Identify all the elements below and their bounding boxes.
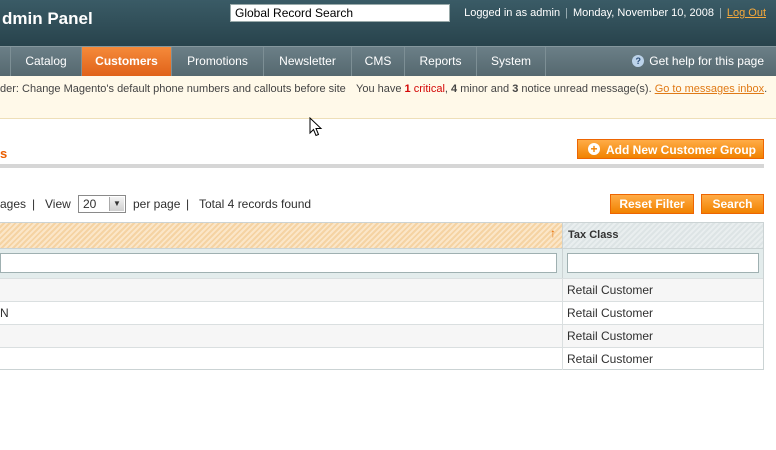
pager-sep-1: | [32, 197, 36, 211]
column-header-group[interactable]: ↑ [0, 223, 563, 248]
grid-header: ↑ Tax Class [0, 223, 763, 248]
nav-item-cms[interactable]: CMS [352, 47, 405, 76]
notice-message: der: Change Magento's default phone numb… [0, 83, 346, 95]
search-button[interactable]: Search [701, 194, 764, 214]
minor-word: minor and [460, 83, 510, 95]
nav-item-promotions[interactable]: Promotions [172, 47, 264, 76]
add-button-label: Add New Customer Group [606, 143, 757, 157]
nav-item-system[interactable]: System [477, 47, 546, 76]
main-nav: Catalog Customers Promotions Newsletter … [0, 46, 776, 77]
pager-pages-text: ages [0, 197, 27, 211]
tax-class-cell: Retail Customer [567, 306, 654, 320]
date-text: Monday, November 10, 2008 [572, 7, 714, 19]
group-cell [0, 348, 563, 370]
group-filter-input[interactable] [0, 253, 557, 273]
table-row[interactable]: Retail Customer [0, 347, 763, 370]
sort-arrow-icon[interactable]: ↑ [550, 226, 556, 240]
tax-class-cell: Retail Customer [567, 329, 654, 343]
table-row[interactable]: Retail Customer [0, 324, 763, 347]
pager-view-label: View [45, 197, 71, 211]
notice-count: 3 [512, 83, 519, 95]
chevron-down-icon[interactable]: ▼ [109, 197, 124, 211]
reset-filter-button[interactable]: Reset Filter [610, 194, 694, 214]
tax-class-filter-input[interactable] [567, 253, 759, 273]
nav-item-customers[interactable]: Customers [82, 47, 172, 76]
help-icon: ? [632, 55, 645, 67]
group-cell [0, 279, 563, 301]
nav-item-reports[interactable]: Reports [405, 47, 477, 76]
table-row[interactable]: Retail Customer [0, 278, 763, 301]
help-link[interactable]: ? Get help for this page [632, 47, 764, 76]
mouse-pointer-icon [309, 117, 323, 137]
notification-bar: der: Change Magento's default phone numb… [0, 76, 776, 119]
minor-count: 4 [451, 83, 458, 95]
filter-separator [562, 249, 563, 279]
group-cell: N [0, 302, 563, 324]
header: dmin Panel Global Record Search Logged i… [0, 0, 776, 46]
logged-in-text: Logged in as admin [464, 7, 561, 19]
add-new-customer-group-button[interactable]: + Add New Customer Group [577, 139, 764, 159]
messages-inbox-link[interactable]: Go to messages inbox [655, 83, 764, 95]
pager-sep-2: | [186, 197, 190, 211]
per-page-select[interactable]: 20 ▼ [78, 195, 126, 213]
column-header-tax-class[interactable]: Tax Class [563, 223, 763, 248]
tax-class-cell: Retail Customer [567, 352, 654, 366]
table-row[interactable]: N Retail Customer [0, 301, 763, 324]
global-search-input[interactable]: Global Record Search [230, 4, 450, 22]
logo: dmin Panel [2, 9, 93, 28]
per-page-value: 20 [83, 197, 97, 211]
records-found-text: Total 4 records found [199, 197, 312, 211]
group-cell [0, 325, 563, 347]
critical-word: critical [413, 83, 445, 95]
help-label: Get help for this page [649, 54, 764, 68]
nav-item-catalog[interactable]: Catalog [11, 47, 82, 76]
notice-period: . [764, 83, 768, 95]
plus-circle-icon: + [588, 143, 600, 155]
tax-class-cell: Retail Customer [567, 283, 654, 297]
notice-tail: notice unread message(s). [521, 83, 652, 95]
critical-count: 1 [404, 83, 411, 95]
header-user-info: Logged in as admin | Monday, November 10, … [464, 7, 766, 19]
customer-groups-grid: ↑ Tax Class Retail Customer N Retail Cus… [0, 222, 764, 370]
nav-item-newsletter[interactable]: Newsletter [264, 47, 352, 76]
nav-item-hidden[interactable] [0, 47, 11, 76]
per-page-label: per page [133, 197, 181, 211]
filter-row [0, 248, 763, 279]
header-divider [0, 164, 764, 168]
notice-you-have: You have [356, 83, 402, 95]
logout-link[interactable]: Log Out [727, 7, 766, 19]
notice-inbox-summary: You have 1 critical, 4 minor and 3 notic… [356, 83, 768, 95]
page-title: s [0, 146, 8, 161]
